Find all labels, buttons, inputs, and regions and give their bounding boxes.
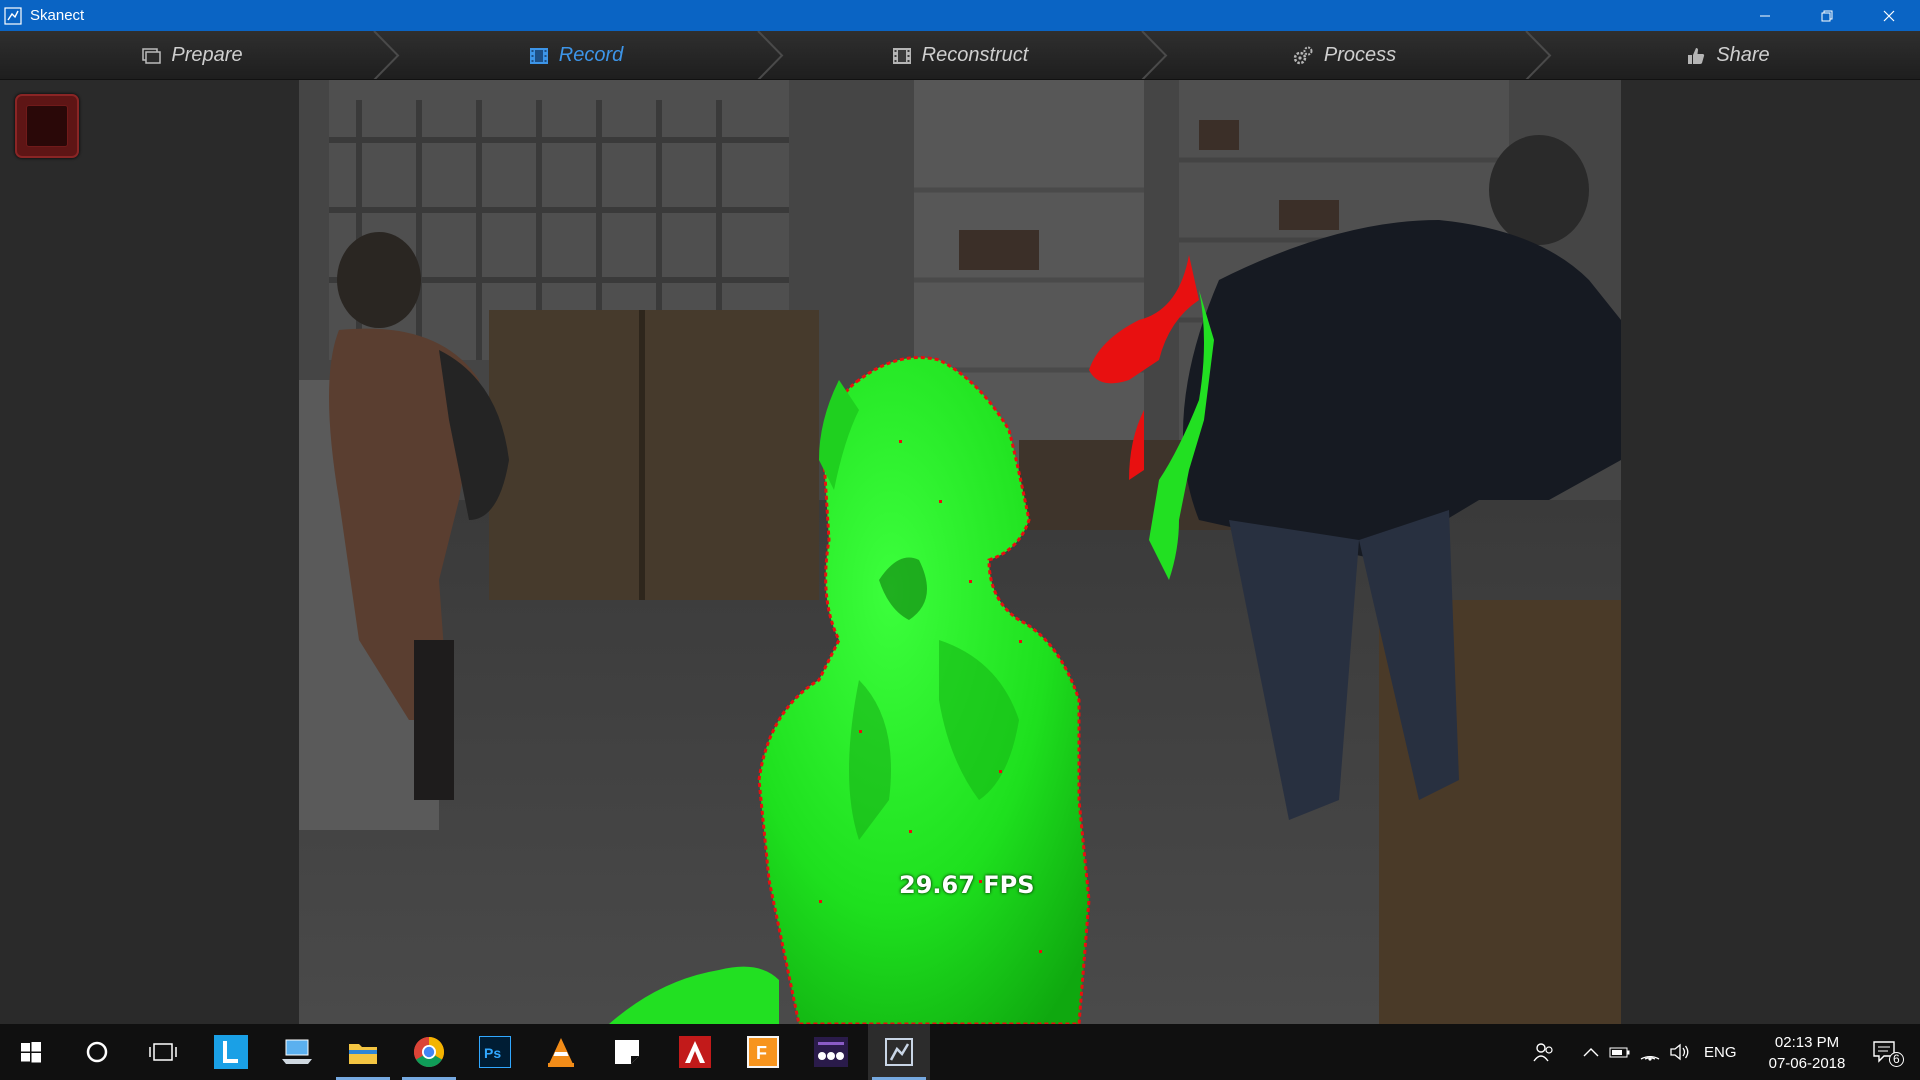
taskbar-file-explorer[interactable] bbox=[332, 1024, 394, 1080]
autocad-icon bbox=[679, 1036, 711, 1068]
record-stop-button[interactable] bbox=[15, 94, 79, 158]
notification-count-badge: 6 bbox=[1889, 1052, 1904, 1067]
skanect-icon bbox=[885, 1038, 913, 1066]
people-button[interactable] bbox=[1524, 1024, 1564, 1080]
cortana-button[interactable] bbox=[66, 1024, 128, 1080]
laptop-app-icon bbox=[282, 1039, 312, 1064]
action-center-button[interactable]: 6 bbox=[1862, 1024, 1908, 1080]
workflow-steps-bar: Prepare Record Reconstruct Process Share bbox=[0, 31, 1920, 80]
start-button[interactable] bbox=[0, 1024, 62, 1080]
stop-icon bbox=[26, 105, 68, 147]
skanect-app-icon bbox=[4, 6, 22, 25]
sticky-notes-icon bbox=[615, 1040, 639, 1064]
taskbar-skanect[interactable] bbox=[868, 1024, 930, 1080]
l-app-icon bbox=[214, 1035, 248, 1069]
window-title: Skanect bbox=[30, 7, 85, 24]
start-icon bbox=[21, 1042, 41, 1063]
minimize-icon bbox=[1760, 15, 1770, 16]
battery-button[interactable] bbox=[1606, 1024, 1634, 1080]
tab-record-label: Record bbox=[558, 44, 624, 66]
fusion-icon: F bbox=[747, 1036, 779, 1068]
tab-process[interactable]: Process bbox=[1152, 31, 1536, 79]
clock-time: 02:13 PM bbox=[1774, 1034, 1840, 1051]
tab-prepare[interactable]: Prepare bbox=[0, 31, 384, 79]
clock-date: 07-06-2018 bbox=[1768, 1055, 1846, 1072]
taskbar-autocad[interactable] bbox=[664, 1024, 726, 1080]
restore-button[interactable] bbox=[1796, 0, 1858, 31]
close-icon bbox=[1883, 10, 1895, 21]
chevron-up-icon bbox=[1583, 1048, 1599, 1057]
svg-text:Ps: Ps bbox=[484, 1045, 501, 1061]
task-view-icon bbox=[149, 1043, 177, 1061]
film-icon bbox=[529, 47, 548, 64]
tab-share-label: Share bbox=[1716, 44, 1770, 66]
taskbar-photoshop[interactable]: Ps bbox=[464, 1024, 526, 1080]
tab-record[interactable]: Record bbox=[384, 31, 768, 79]
taskbar-chrome[interactable] bbox=[398, 1024, 460, 1080]
tab-share[interactable]: Share bbox=[1536, 31, 1920, 79]
taskbar-app-l[interactable] bbox=[200, 1024, 262, 1080]
taskbar-fusion[interactable]: F bbox=[732, 1024, 794, 1080]
cortana-icon bbox=[86, 1041, 108, 1063]
task-view-button[interactable] bbox=[132, 1024, 194, 1080]
wifi-button[interactable] bbox=[1636, 1024, 1664, 1080]
volume-button[interactable] bbox=[1666, 1024, 1694, 1080]
gears-icon bbox=[1293, 46, 1313, 64]
file-explorer-icon bbox=[349, 1044, 377, 1064]
system-clock[interactable]: 02:13 PM 07-06-2018 bbox=[1752, 1032, 1862, 1074]
taskbar-sticky-notes[interactable] bbox=[596, 1024, 658, 1080]
vlc-icon bbox=[548, 1038, 574, 1067]
prepare-icon bbox=[142, 47, 162, 64]
photoshop-icon: Ps bbox=[479, 1036, 511, 1068]
title-bar: Skanect bbox=[0, 0, 1920, 31]
camera-viewport[interactable]: 29.67 FPS bbox=[299, 80, 1621, 1024]
tab-reconstruct[interactable]: Reconstruct bbox=[768, 31, 1152, 79]
tab-reconstruct-label: Reconstruct bbox=[921, 44, 1029, 66]
taskbar-dots-app[interactable] bbox=[800, 1024, 862, 1080]
dots-app-icon bbox=[814, 1037, 848, 1067]
fps-counter: 29.67 FPS bbox=[899, 871, 1035, 899]
taskbar-vlc[interactable] bbox=[530, 1024, 592, 1080]
tab-process-label: Process bbox=[1323, 44, 1397, 66]
taskbar-app-laptop[interactable] bbox=[266, 1024, 328, 1080]
svg-text:F: F bbox=[756, 1043, 767, 1063]
film-icon bbox=[892, 47, 911, 64]
close-button[interactable] bbox=[1858, 0, 1920, 31]
volume-icon bbox=[1670, 1043, 1689, 1061]
battery-icon bbox=[1609, 1047, 1630, 1058]
input-language[interactable]: ENG bbox=[1704, 1044, 1737, 1061]
tray-overflow-button[interactable] bbox=[1578, 1024, 1604, 1080]
wifi-icon bbox=[1640, 1055, 1660, 1061]
tab-prepare-label: Prepare bbox=[171, 44, 243, 66]
chrome-icon bbox=[413, 1037, 445, 1068]
taskbar: Ps F ENG 02:13 PM 07-06-2018 6 bbox=[0, 1024, 1920, 1080]
people-icon bbox=[1533, 1043, 1553, 1062]
minimize-button[interactable] bbox=[1734, 0, 1796, 31]
restore-icon bbox=[1821, 10, 1833, 21]
thumbs-up-icon bbox=[1688, 47, 1705, 64]
